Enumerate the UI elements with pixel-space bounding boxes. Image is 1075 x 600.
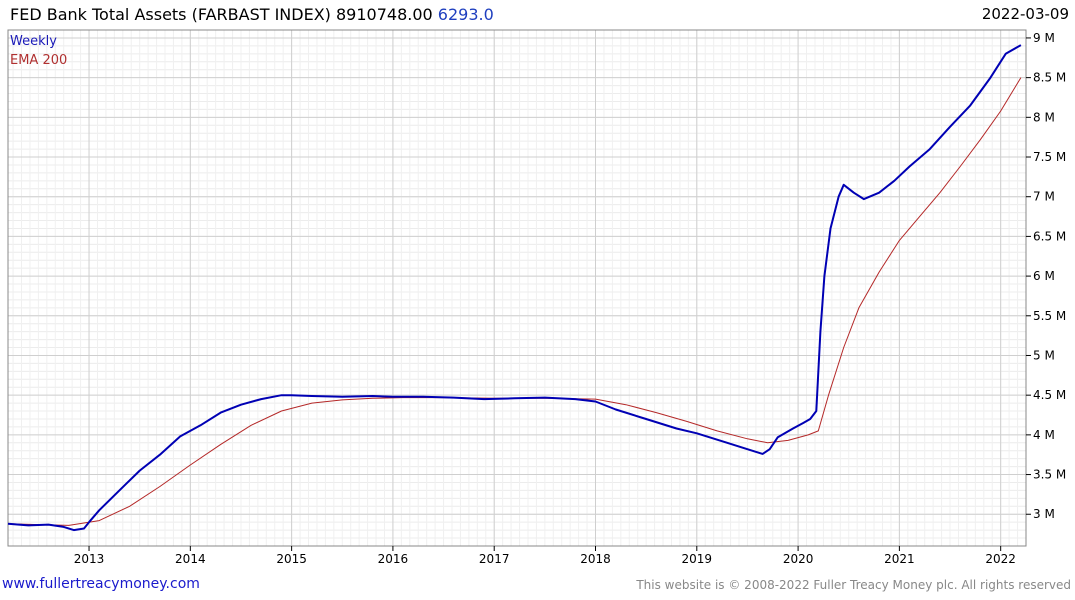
y-tick-label: 4 M [1033, 428, 1055, 442]
legend-ema: EMA 200 [10, 53, 68, 68]
website-link[interactable]: www.fullertreacymoney.com [2, 576, 200, 592]
y-tick-label: 9 M [1033, 31, 1055, 45]
y-tick-label: 4.5 M [1033, 388, 1066, 402]
x-tick-label: 2013 [74, 552, 105, 566]
chart-grid [8, 29, 1027, 547]
x-tick-label: 2016 [378, 552, 409, 566]
y-tick-label: 5.5 M [1033, 309, 1066, 323]
y-tick-label: 7.5 M [1033, 150, 1066, 164]
y-tick-label: 5 M [1033, 348, 1055, 362]
y-tick-label: 6 M [1033, 269, 1055, 283]
y-tick-label: 3 M [1033, 507, 1055, 521]
copyright-text: This website is © 2008-2022 Fuller Treac… [636, 578, 1071, 592]
price-chart: 3 M 3.5 M 4 M 4.5 M 5 M 5.5 M 6 M 6.5 M 7 M 7.5 M… [7, 29, 1066, 566]
weekly-series-line [7, 44, 1022, 532]
x-tick-label: 2019 [682, 552, 713, 566]
y-tick-label: 6.5 M [1033, 229, 1066, 243]
x-tick-label: 2014 [175, 552, 206, 566]
legend: Weekly EMA 200 [10, 32, 67, 70]
y-axis: 3 M 3.5 M 4 M 4.5 M 5 M 5.5 M 6 M 6.5 M 7 M 7.5 M… [1026, 31, 1066, 521]
legend-weekly: Weekly [10, 34, 57, 49]
x-tick-label: 2020 [783, 552, 814, 566]
y-tick-label: 3.5 M [1033, 468, 1066, 482]
y-tick-label: 8 M [1033, 110, 1055, 124]
y-tick-label: 8.5 M [1033, 71, 1066, 85]
plot-frame [7, 29, 1027, 547]
series-lines [7, 44, 1022, 532]
x-tick-label: 2017 [479, 552, 510, 566]
x-tick-label: 2018 [580, 552, 611, 566]
x-axis: 2013 2014 2015 2016 2017 2018 2019 2020 2021 2022 [74, 546, 1016, 566]
y-tick-label: 7 M [1033, 190, 1055, 204]
x-tick-label: 2021 [884, 552, 915, 566]
x-tick-label: 2015 [276, 552, 307, 566]
x-tick-label: 2022 [985, 552, 1016, 566]
